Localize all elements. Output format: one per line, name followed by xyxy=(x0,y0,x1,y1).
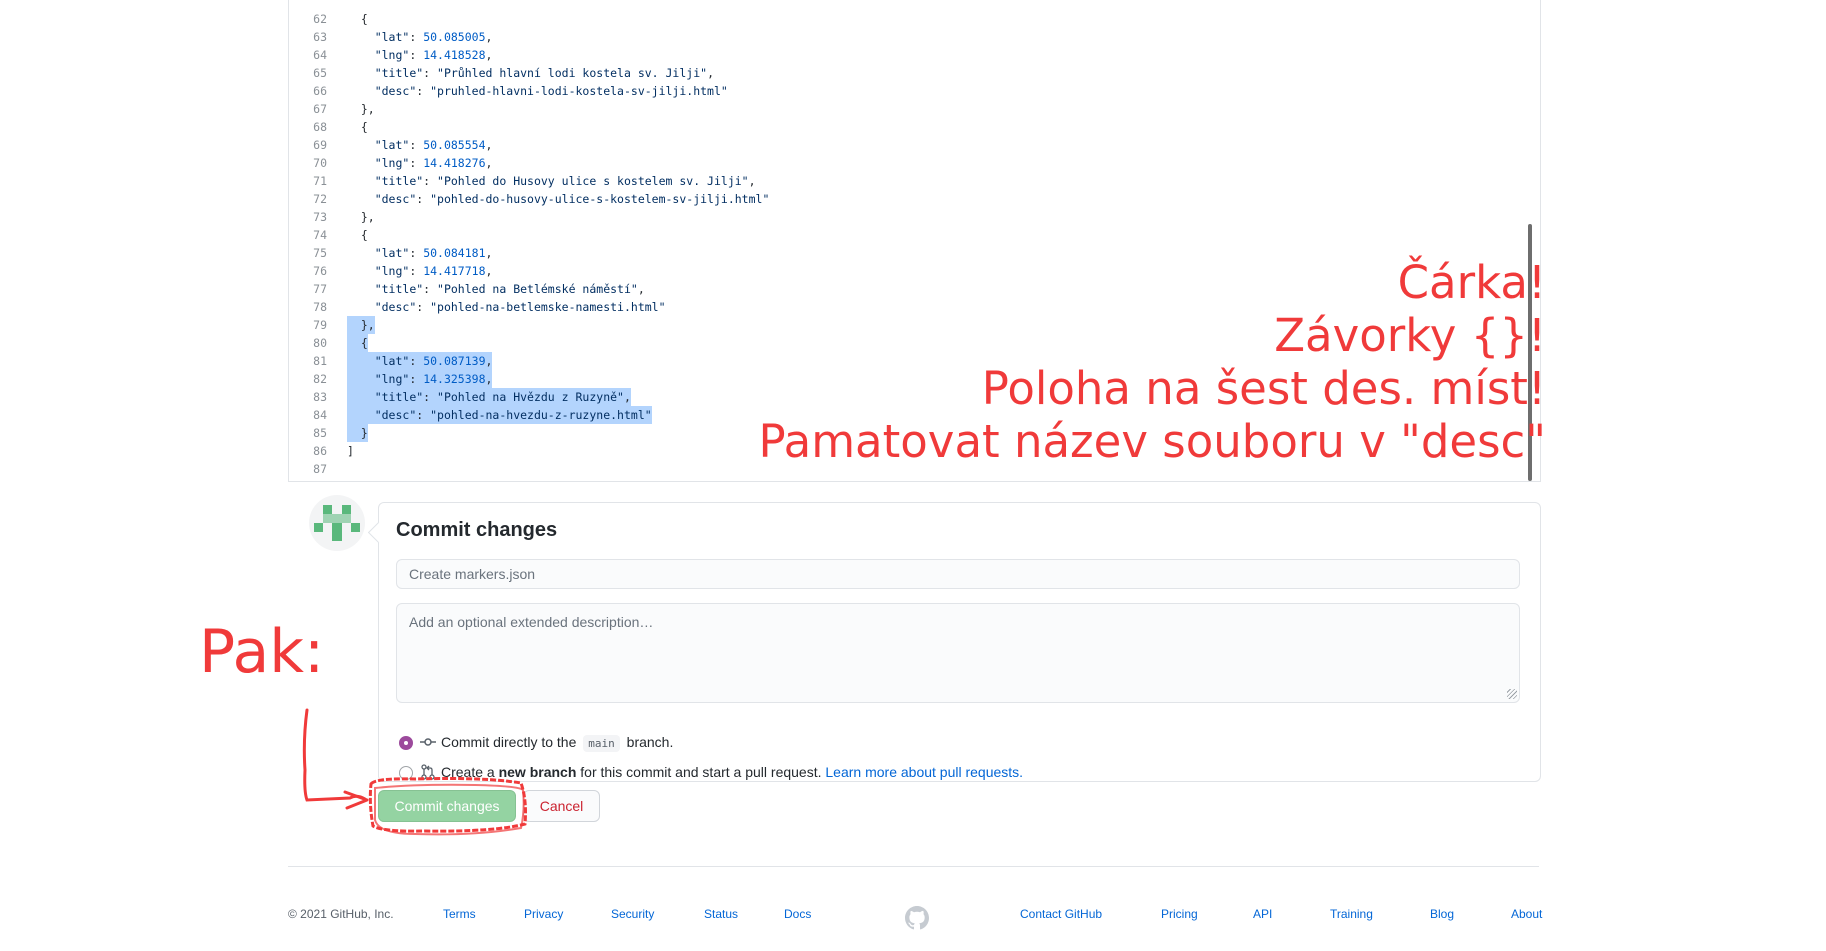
code-line: 63 "lat": 50.085005, xyxy=(289,28,1540,46)
line-number: 72 xyxy=(313,192,327,206)
learn-more-pull-requests-link[interactable]: Learn more about pull requests. xyxy=(825,764,1023,780)
code-line: 75 "lat": 50.084181, xyxy=(289,244,1540,262)
line-code: "desc": "pohled-na-betlemske-namesti.htm… xyxy=(374,300,666,314)
footer-link-contact[interactable]: Contact GitHub xyxy=(1020,906,1102,922)
line-code: "lat": 50.084181, xyxy=(374,246,493,260)
avatar[interactable] xyxy=(309,495,365,551)
github-logo-icon[interactable] xyxy=(905,906,929,930)
line-code: "lng": 14.418528, xyxy=(374,48,493,62)
footer-link-security[interactable]: Security xyxy=(611,906,654,922)
footer-link-about[interactable]: About xyxy=(1511,906,1542,922)
line-code: "title": "Průhled hlavní lodi kostela sv… xyxy=(374,66,714,80)
code-line: 70 "lng": 14.418276, xyxy=(289,154,1540,172)
code-line: 71 "title": "Pohled do Husovy ulice s ko… xyxy=(289,172,1540,190)
line-number: 86 xyxy=(313,444,327,458)
line-code: "desc": "pruhled-hlavni-lodi-kostela-sv-… xyxy=(374,84,728,98)
line-code: "lat": 50.087139, xyxy=(347,352,493,370)
line-code: "desc": "pohled-na-hvezdu-z-ruzyne.html" xyxy=(347,406,652,424)
line-number: 70 xyxy=(313,156,327,170)
annotation-arrow-circle xyxy=(302,708,527,836)
line-code: "desc": "pohled-do-husovy-ulice-s-kostel… xyxy=(374,192,770,206)
footer-divider xyxy=(288,866,1539,867)
line-code: ] xyxy=(347,444,354,458)
code-line: 76 "lng": 14.417718, xyxy=(289,262,1540,280)
code-line: 64 "lng": 14.418528, xyxy=(289,46,1540,64)
line-number: 74 xyxy=(313,228,327,242)
line-number: 80 xyxy=(313,336,327,350)
line-code: } xyxy=(347,424,368,442)
commit-heading: Commit changes xyxy=(396,519,558,541)
line-code: { xyxy=(347,334,368,352)
commit-summary-input[interactable] xyxy=(396,559,1520,589)
line-number: 77 xyxy=(313,282,327,296)
line-number: 68 xyxy=(313,120,327,134)
line-number: 78 xyxy=(313,300,327,314)
line-number: 82 xyxy=(313,372,327,386)
line-code: "lat": 50.085554, xyxy=(374,138,493,152)
code-line: 67 }, xyxy=(289,100,1540,118)
line-number: 71 xyxy=(313,174,327,188)
line-code: "lat": 50.085005, xyxy=(374,30,493,44)
line-code: { xyxy=(347,12,368,26)
code-line: 72 "desc": "pohled-do-husovy-ulice-s-kos… xyxy=(289,190,1540,208)
line-code: "title": "Pohled na Hvězdu z Ruzyně", xyxy=(347,388,631,406)
annotation-filename-desc: Pamatovat název souboru v "desc" xyxy=(758,415,1546,468)
resize-grip-icon[interactable] xyxy=(1507,689,1517,699)
line-code: "lng": 14.417718, xyxy=(374,264,493,278)
line-number: 81 xyxy=(313,354,327,368)
code-line: 68 { xyxy=(289,118,1540,136)
line-code: }, xyxy=(347,210,375,224)
footer-link-docs[interactable]: Docs xyxy=(784,906,811,922)
code-line: 77 "title": "Pohled na Betlémské náměstí… xyxy=(289,280,1540,298)
code-line: 74 { xyxy=(289,226,1540,244)
footer-link-terms[interactable]: Terms xyxy=(443,906,476,922)
line-number: 76 xyxy=(313,264,327,278)
line-number: 65 xyxy=(313,66,327,80)
line-number: 64 xyxy=(313,48,327,62)
line-code: "title": "Pohled do Husovy ulice s koste… xyxy=(374,174,756,188)
line-code: }, xyxy=(347,316,375,334)
footer-link-status[interactable]: Status xyxy=(704,906,738,922)
annotation-six-decimals: Poloha na šest des. míst! xyxy=(981,362,1546,415)
line-number: 67 xyxy=(313,102,327,116)
new-branch-suffix: for this commit and start a pull request… xyxy=(580,764,822,780)
commit-direct-suffix: branch. xyxy=(626,734,674,750)
line-number: 83 xyxy=(313,390,327,404)
footer-link-api[interactable]: API xyxy=(1253,906,1272,922)
line-code: { xyxy=(347,228,368,242)
code-line: 69 "lat": 50.085554, xyxy=(289,136,1540,154)
line-number: 63 xyxy=(313,30,327,44)
line-number: 66 xyxy=(313,84,327,98)
line-number: 85 xyxy=(313,426,327,440)
annotation-pak: Pak: xyxy=(199,617,325,687)
line-code: { xyxy=(347,120,368,134)
line-code: "lng": 14.325398, xyxy=(347,370,493,388)
commit-description-textarea[interactable] xyxy=(396,603,1520,703)
line-number: 73 xyxy=(313,210,327,224)
line-number: 84 xyxy=(313,408,327,422)
line-number: 62 xyxy=(313,12,327,26)
line-number: 87 xyxy=(313,462,327,476)
line-number: 79 xyxy=(313,318,327,332)
footer-link-training[interactable]: Training xyxy=(1330,906,1373,922)
footer-link-privacy[interactable]: Privacy xyxy=(524,906,563,922)
annotation-comma: Čárka! xyxy=(1397,256,1546,309)
branch-name: main xyxy=(583,735,620,752)
line-code: "lng": 14.418276, xyxy=(374,156,493,170)
footer-copyright: © 2021 GitHub, Inc. xyxy=(288,907,394,921)
code-line: 65 "title": "Průhled hlavní lodi kostela… xyxy=(289,64,1540,82)
line-code: "title": "Pohled na Betlémské náměstí", xyxy=(374,282,645,296)
line-number: 69 xyxy=(313,138,327,152)
code-line: 66 "desc": "pruhled-hlavni-lodi-kostela-… xyxy=(289,82,1540,100)
code-line: 62 { xyxy=(289,10,1540,28)
footer-link-pricing[interactable]: Pricing xyxy=(1161,906,1198,922)
line-number: 75 xyxy=(313,246,327,260)
line-code: }, xyxy=(347,102,375,116)
annotation-braces: Závorky {}! xyxy=(1274,309,1546,362)
code-line: 73 }, xyxy=(289,208,1540,226)
footer-link-blog[interactable]: Blog xyxy=(1430,906,1454,922)
